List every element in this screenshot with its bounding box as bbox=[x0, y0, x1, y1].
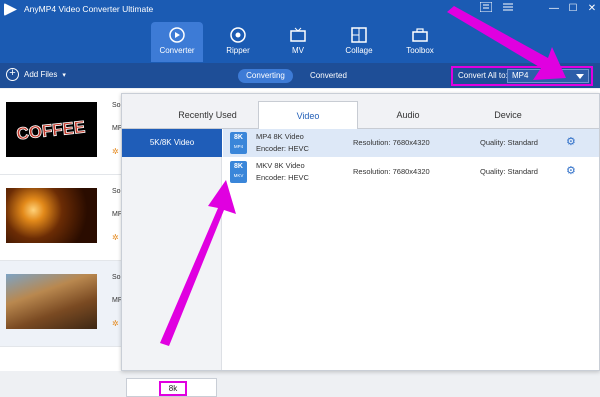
toolbox-icon bbox=[412, 28, 428, 42]
format-encoder: Encoder: HEVC bbox=[256, 173, 309, 182]
file-row[interactable]: COFFEE So MP ✲ bbox=[0, 89, 125, 175]
tab-device[interactable]: Device bbox=[458, 101, 558, 129]
close-button[interactable]: ✕ bbox=[584, 2, 600, 16]
app-title: AnyMP4 Video Converter Ultimate bbox=[24, 4, 154, 14]
video-thumbnail bbox=[6, 188, 97, 243]
format-item-mp4-8k[interactable]: 8K MP4 MP4 8K Video Encoder: HEVC Resolu… bbox=[223, 129, 599, 157]
file-row[interactable]: So MP ✲ bbox=[0, 175, 125, 261]
tab-toolbox-label: Toolbox bbox=[406, 46, 434, 55]
format-quality: Quality: Standard bbox=[480, 167, 538, 176]
tab-recently-used[interactable]: Recently Used bbox=[150, 101, 265, 129]
toolbar: + Add Files ▾ Converting Converted Conve… bbox=[0, 63, 600, 88]
convert-all-value: MP4 bbox=[512, 71, 529, 80]
add-files-label: Add Files bbox=[24, 70, 58, 79]
file-name: So bbox=[112, 188, 121, 195]
tab-video[interactable]: Video bbox=[258, 101, 358, 130]
collage-icon bbox=[351, 27, 367, 43]
mv-icon bbox=[290, 27, 306, 42]
tab-collage[interactable]: Collage bbox=[333, 22, 385, 62]
disc-icon bbox=[230, 27, 246, 43]
tab-collage-label: Collage bbox=[345, 46, 373, 55]
tab-mv[interactable]: MV bbox=[272, 22, 324, 62]
edit-icon[interactable]: ✲ bbox=[112, 233, 119, 242]
file-row[interactable]: So MP ✲ bbox=[0, 261, 125, 347]
video-thumbnail: COFFEE bbox=[6, 102, 97, 157]
video-thumbnail bbox=[6, 274, 97, 329]
menu-icon[interactable] bbox=[478, 1, 494, 16]
chevron-down-icon: ▾ bbox=[62, 71, 66, 79]
format-resolution: Resolution: 7680x4320 bbox=[353, 167, 430, 176]
format-panel: Recently Used Video Audio Device 5K/8K V… bbox=[121, 93, 600, 397]
file-name: So bbox=[112, 102, 121, 109]
title-bar: AnyMP4 Video Converter Ultimate — ☐ ✕ bbox=[0, 0, 600, 20]
convert-all-select[interactable]: MP4 bbox=[507, 69, 589, 83]
category-sidebar: 5K/8K Video 8k bbox=[122, 129, 222, 397]
format-search-input[interactable]: 8k bbox=[126, 378, 217, 397]
maximize-button[interactable]: ☐ bbox=[565, 2, 581, 16]
category-5k-8k-video[interactable]: 5K/8K Video bbox=[122, 129, 222, 157]
edit-icon[interactable]: ✲ bbox=[112, 319, 119, 328]
file-name: So bbox=[112, 274, 121, 281]
converted-tab[interactable]: Converted bbox=[301, 69, 356, 83]
format-quality: Quality: Standard bbox=[480, 138, 538, 147]
gear-icon[interactable]: ⚙ bbox=[566, 137, 577, 148]
tab-ripper-label: Ripper bbox=[226, 46, 250, 55]
hamburger-menu-icon[interactable] bbox=[500, 2, 516, 16]
format-encoder: Encoder: HEVC bbox=[256, 144, 309, 153]
8k-video-icon: 8K MKV bbox=[230, 161, 247, 183]
format-tabs: Recently Used Video Audio Device bbox=[122, 94, 599, 130]
convert-all-label: Convert All to: bbox=[458, 71, 508, 80]
minimize-button[interactable]: — bbox=[546, 2, 562, 16]
gear-icon[interactable]: ⚙ bbox=[566, 166, 577, 177]
tab-mv-label: MV bbox=[292, 46, 304, 55]
format-name: MKV 8K Video bbox=[256, 161, 305, 170]
tab-toolbox[interactable]: Toolbox bbox=[394, 22, 446, 62]
app-logo bbox=[4, 3, 17, 16]
tab-audio[interactable]: Audio bbox=[358, 101, 458, 129]
add-files-button[interactable]: + Add Files ▾ bbox=[6, 68, 66, 81]
search-value: 8k bbox=[159, 381, 187, 396]
format-resolution: Resolution: 7680x4320 bbox=[353, 138, 430, 147]
format-name: MP4 8K Video bbox=[256, 132, 304, 141]
converter-icon bbox=[169, 27, 185, 43]
plus-icon: + bbox=[6, 68, 19, 81]
tab-ripper[interactable]: Ripper bbox=[212, 22, 264, 62]
8k-video-icon: 8K MP4 bbox=[230, 132, 247, 154]
edit-icon[interactable]: ✲ bbox=[112, 147, 119, 156]
converting-tab[interactable]: Converting bbox=[238, 69, 293, 83]
thumbnail-caption: COFFEE bbox=[16, 117, 87, 143]
app-header: AnyMP4 Video Converter Ultimate — ☐ ✕ Co… bbox=[0, 0, 600, 63]
tab-converter[interactable]: Converter bbox=[151, 22, 203, 62]
caret-down-icon bbox=[576, 74, 584, 79]
tab-converter-label: Converter bbox=[159, 46, 195, 55]
convert-all-control: Convert All to: MP4 bbox=[451, 66, 593, 86]
format-item-mkv-8k[interactable]: 8K MKV MKV 8K Video Encoder: HEVC Resolu… bbox=[223, 158, 599, 186]
